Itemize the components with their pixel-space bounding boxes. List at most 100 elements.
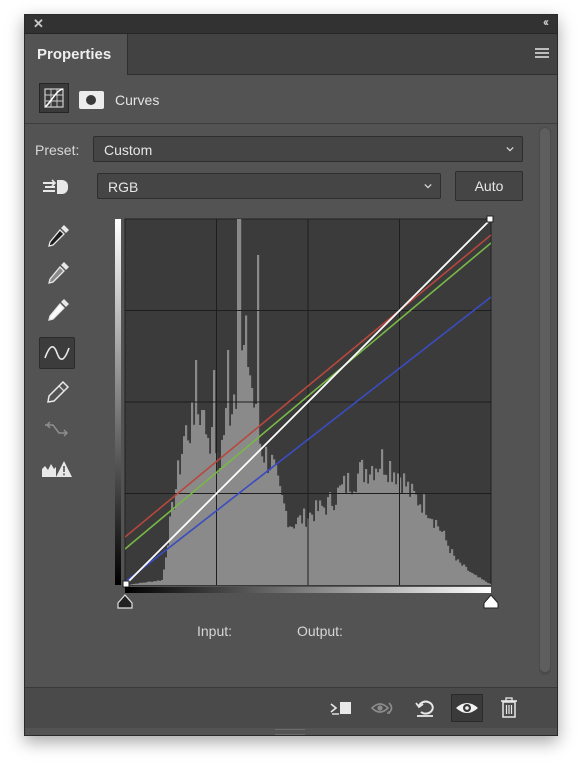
histogram-bin — [177, 460, 180, 585]
histogram-bin — [413, 490, 416, 585]
preset-select[interactable]: Custom — [93, 136, 523, 162]
reset-icon[interactable] — [411, 694, 439, 722]
clipping-warning-icon[interactable] — [39, 453, 75, 485]
scrollbar-thumb[interactable] — [540, 128, 550, 672]
layer-mask-icon[interactable] — [79, 91, 104, 109]
input-black-slider[interactable] — [117, 594, 133, 609]
histogram-bin — [287, 527, 290, 585]
histogram-bin — [185, 425, 188, 585]
histogram-bin — [139, 582, 142, 585]
histogram-bin — [207, 437, 210, 585]
histogram-bin — [347, 472, 350, 585]
panel-resize-grip[interactable] — [275, 729, 305, 735]
histogram-bin — [249, 375, 252, 585]
histogram-bin — [433, 527, 436, 585]
histogram-bin — [259, 443, 262, 585]
histogram-bin — [171, 501, 174, 585]
histogram-bin — [463, 564, 466, 585]
chevron-down-icon — [424, 183, 432, 189]
smooth-curve-icon[interactable] — [39, 413, 75, 445]
preset-select-value: Custom — [104, 142, 153, 158]
histogram-bin — [197, 414, 200, 585]
targeted-adjustment-hand-icon[interactable] — [39, 171, 75, 203]
histogram-bin — [159, 580, 162, 585]
histogram-bin — [175, 489, 178, 585]
histogram-bin — [245, 315, 248, 585]
histogram-bin — [227, 350, 230, 585]
histogram-bin — [485, 581, 488, 585]
double-chevron-left-icon[interactable]: ‹‹ — [543, 15, 549, 29]
histogram-bin — [469, 571, 472, 585]
histogram-bin — [343, 475, 346, 585]
histogram-bin — [267, 472, 270, 585]
histogram-bin — [335, 504, 338, 585]
pencil-icon[interactable] — [39, 377, 75, 409]
histogram-bin — [295, 524, 298, 585]
histogram-bin — [303, 508, 306, 585]
auto-button[interactable]: Auto — [455, 171, 523, 201]
histogram-bin — [333, 510, 336, 585]
histogram-bin — [391, 481, 394, 585]
black-point-handle[interactable] — [122, 580, 130, 588]
histogram-bin — [351, 494, 354, 585]
histogram-bin — [147, 581, 150, 585]
histogram-bin — [437, 526, 440, 585]
histogram-bin — [265, 446, 268, 585]
histogram-bin — [195, 360, 198, 585]
histogram-bin — [393, 472, 396, 585]
white-point-handle[interactable] — [486, 215, 494, 223]
chevron-down-icon — [506, 146, 514, 152]
histogram-bin — [481, 579, 484, 585]
histogram-bin — [263, 462, 266, 585]
histogram-bin — [321, 505, 324, 585]
histogram-bin — [189, 443, 192, 585]
histogram-bin — [137, 583, 140, 585]
histogram-bin — [199, 425, 202, 585]
histogram-bin — [281, 495, 284, 585]
histogram-bin — [427, 518, 430, 585]
curves-adjustment-icon[interactable] — [39, 83, 69, 113]
histogram-bin — [187, 440, 190, 585]
trash-icon[interactable] — [495, 694, 523, 722]
tab-properties-label: Properties — [37, 46, 112, 63]
histogram-bin — [443, 530, 446, 585]
white-point-eyedropper-icon[interactable] — [39, 295, 75, 327]
histogram-bin — [257, 255, 260, 585]
histogram-bin — [385, 474, 388, 585]
histogram-bin — [201, 410, 204, 585]
input-white-slider[interactable] — [483, 594, 499, 609]
histogram-bin — [479, 577, 482, 585]
input-label: Input: — [197, 623, 233, 639]
close-icon[interactable]: ✕ — [33, 16, 44, 32]
gray-point-eyedropper-icon[interactable] — [39, 258, 75, 290]
histogram-bin — [383, 474, 386, 585]
histogram-bin — [165, 557, 168, 585]
curve-point-icon[interactable] — [39, 337, 75, 369]
histogram-bin — [299, 515, 302, 585]
histogram-bin — [489, 583, 491, 585]
histogram-bin — [397, 473, 400, 585]
view-previous-state-icon[interactable] — [369, 694, 397, 722]
histogram-bin — [421, 512, 424, 585]
histogram-bin — [219, 467, 222, 585]
tab-properties[interactable]: Properties — [25, 34, 128, 75]
hamburger-menu-icon[interactable] — [535, 48, 549, 59]
histogram-bin — [415, 494, 418, 585]
histogram-bin — [435, 519, 438, 585]
curves-graph[interactable] — [115, 215, 505, 615]
clip-to-layer-icon[interactable] — [327, 694, 355, 722]
histogram-bin — [401, 493, 404, 585]
histogram-bin — [459, 562, 462, 585]
visibility-eye-icon[interactable] — [451, 694, 483, 722]
histogram-bin — [153, 581, 156, 585]
histogram-bin — [455, 560, 458, 585]
histogram-bin — [275, 464, 278, 585]
histogram-bin — [471, 572, 474, 585]
histogram-bin — [403, 473, 406, 585]
black-point-eyedropper-icon[interactable] — [39, 221, 75, 253]
histogram-bin — [271, 454, 274, 585]
histogram-bin — [453, 555, 456, 585]
histogram-bin — [425, 514, 428, 585]
histogram-bin — [323, 507, 326, 585]
channel-select[interactable]: RGB — [97, 173, 441, 199]
